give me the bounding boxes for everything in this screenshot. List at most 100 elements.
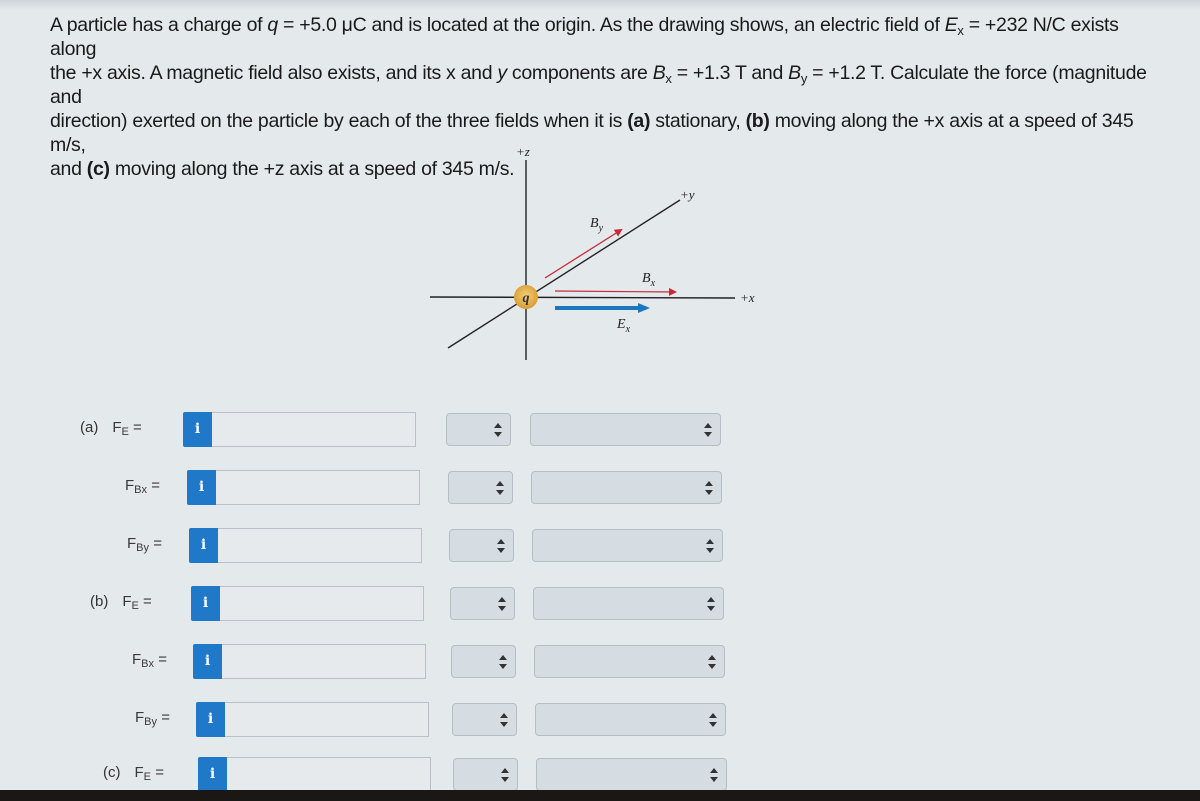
select-arrows-icon [494, 423, 502, 437]
Ex-label: Ex [616, 317, 631, 335]
Ex-label-sub: x [625, 324, 631, 335]
direction-select[interactable] [533, 587, 724, 620]
force-label: FBy = [127, 535, 162, 554]
answer-row: FBy = i [0, 526, 1200, 566]
y-symbol: y [497, 62, 507, 84]
force-label: (c) FE = [103, 764, 164, 783]
magnitude-input[interactable] [227, 757, 431, 792]
magnitude-input[interactable] [218, 528, 422, 563]
force-label: (a) FE = [80, 419, 142, 438]
electric-field-symbol: E [944, 14, 958, 36]
select-arrows-icon [708, 655, 716, 669]
By-arrow [544, 228, 623, 279]
magnitude-input[interactable] [220, 586, 424, 621]
force-subscript: E [131, 600, 139, 612]
force-subscript: E [143, 771, 152, 783]
select-arrows-icon [500, 713, 508, 727]
answer-row: FBx = i [0, 468, 1200, 508]
force-label: FBx = [132, 651, 167, 670]
question-text-segment: direction) exerted on the particle by ea… [50, 110, 628, 132]
magnitude-input[interactable] [222, 644, 426, 679]
direction-select[interactable] [536, 758, 727, 791]
answer-row: (a) FE = i [0, 410, 1200, 450]
magnitude-input[interactable] [212, 412, 416, 447]
Ex-label-main: E [616, 317, 626, 332]
info-button[interactable]: i [193, 644, 222, 679]
Bx-arrow [554, 287, 677, 296]
unit-select[interactable] [450, 587, 515, 620]
unit-select[interactable] [446, 413, 511, 446]
force-subscript: Bx [134, 484, 148, 496]
question-text-segment: = +1.3 T and [671, 62, 789, 84]
unit-select[interactable] [449, 529, 514, 562]
force-subscript: By [144, 716, 158, 728]
info-button[interactable]: i [196, 702, 225, 737]
x-axis [430, 296, 736, 299]
select-arrows-icon [706, 539, 714, 553]
force-symbol: F [112, 419, 122, 436]
direction-select[interactable] [530, 413, 721, 446]
force-symbol: F [135, 709, 145, 726]
magnetic-field-x-symbol: B [652, 62, 666, 84]
question-text-segment: = +5.0 μC and is located at the origin. … [277, 14, 945, 36]
Bx-label-sub: x [650, 278, 656, 289]
select-arrows-icon [705, 481, 713, 495]
field-diagram: q +z +y +x By Bx Ex [430, 144, 755, 360]
Bx-label: Bx [642, 271, 656, 289]
unit-select[interactable] [453, 758, 518, 791]
info-button[interactable]: i [198, 757, 227, 792]
select-arrows-icon [707, 597, 715, 611]
force-label: (b) FE = [90, 593, 152, 612]
unit-select[interactable] [448, 471, 513, 504]
z-axis-label: +z [516, 144, 530, 159]
y-axis-label: +y [680, 187, 695, 202]
part-label: (b) [90, 593, 109, 610]
info-button[interactable]: i [183, 412, 212, 447]
direction-select[interactable] [535, 703, 726, 736]
By-label-sub: y [598, 223, 604, 234]
equals-sign: = [153, 535, 162, 552]
unit-select[interactable] [452, 703, 517, 736]
answer-row: FBx = i [0, 642, 1200, 682]
By-label: By [590, 216, 604, 234]
magnitude-input[interactable] [225, 702, 429, 737]
select-arrows-icon [497, 539, 505, 553]
equals-sign: = [143, 593, 152, 610]
select-arrows-icon [498, 597, 506, 611]
force-subscript: By [136, 542, 150, 554]
question-text-segment: A particle has a charge of [50, 14, 268, 36]
part-b-marker: (b) [745, 110, 770, 132]
select-arrows-icon [710, 768, 718, 782]
equals-sign: = [155, 764, 164, 781]
charge-symbol: q [267, 14, 278, 36]
equals-sign: = [151, 477, 160, 494]
part-a-marker: (a) [627, 110, 651, 132]
magnetic-field-y-symbol: B [788, 62, 801, 84]
unit-select[interactable] [451, 645, 516, 678]
direction-select[interactable] [534, 645, 725, 678]
select-arrows-icon [496, 481, 504, 495]
question-text-segment: and [50, 158, 87, 180]
force-label: FBx = [125, 477, 160, 496]
force-symbol: F [127, 535, 137, 552]
info-button[interactable]: i [187, 470, 216, 505]
part-c-marker: (c) [86, 158, 110, 180]
bottom-edge [0, 790, 1200, 801]
info-button[interactable]: i [189, 528, 218, 563]
direction-select[interactable] [531, 471, 722, 504]
part-label: (c) [103, 764, 121, 781]
force-symbol: F [134, 764, 144, 781]
force-symbol: F [122, 593, 132, 610]
question-text-segment: components are [506, 62, 653, 84]
direction-select[interactable] [532, 529, 723, 562]
select-arrows-icon [709, 713, 717, 727]
select-arrows-icon [501, 768, 509, 782]
part-label: (a) [80, 419, 99, 436]
select-arrows-icon [499, 655, 507, 669]
magnitude-input[interactable] [216, 470, 420, 505]
x-axis-label: +x [740, 290, 755, 305]
top-edge [0, 0, 1200, 10]
equals-sign: = [161, 709, 170, 726]
answer-row: (c) FE = i [0, 755, 1200, 795]
info-button[interactable]: i [191, 586, 220, 621]
